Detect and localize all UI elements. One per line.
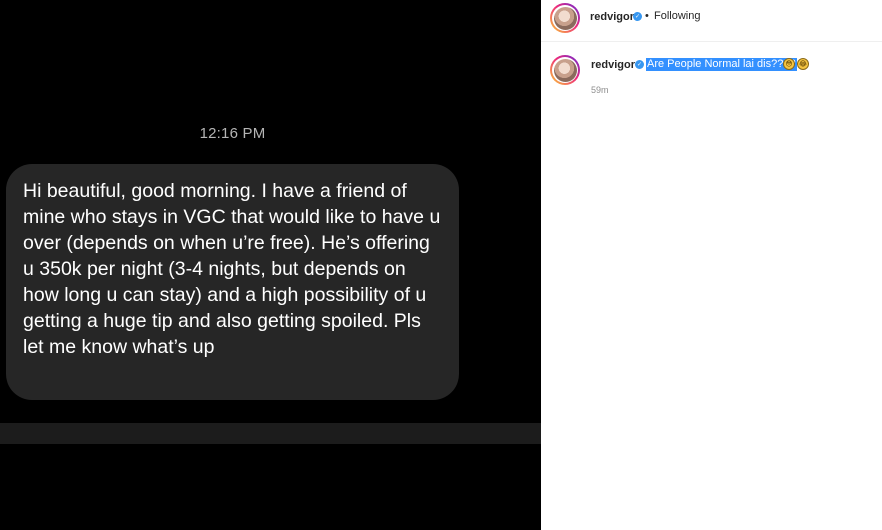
- caption-username[interactable]: redvigor: [591, 59, 635, 71]
- caption-text: Are People Normal lai dis????: [646, 58, 797, 71]
- avatar[interactable]: [550, 3, 580, 33]
- tears-of-joy-emoji-icon: 😂: [797, 58, 809, 70]
- avatar-photo: [553, 58, 577, 82]
- chat-screenshot: 12:16 PM Hi beautiful, good morning. I h…: [0, 0, 541, 530]
- flushed-face-emoji-icon: 😳: [783, 58, 795, 70]
- separator-dot: •: [645, 10, 649, 22]
- post-timestamp[interactable]: 59m: [591, 85, 609, 95]
- post-panel: redvigor ✓ • Following redvigor ✓ Are Pe…: [541, 0, 882, 530]
- verified-badge-icon: ✓: [635, 60, 644, 69]
- avatar-photo: [553, 6, 577, 30]
- caption-avatar[interactable]: [550, 55, 580, 85]
- chat-input-strip: [0, 423, 541, 444]
- post-header: redvigor ✓ • Following: [541, 0, 882, 42]
- message-bubble: Hi beautiful, good morning. I have a fri…: [6, 164, 459, 400]
- header-username[interactable]: redvigor: [590, 11, 634, 23]
- verified-badge-icon: ✓: [633, 12, 642, 21]
- message-timestamp: 12:16 PM: [199, 125, 266, 142]
- following-button[interactable]: Following: [654, 10, 700, 22]
